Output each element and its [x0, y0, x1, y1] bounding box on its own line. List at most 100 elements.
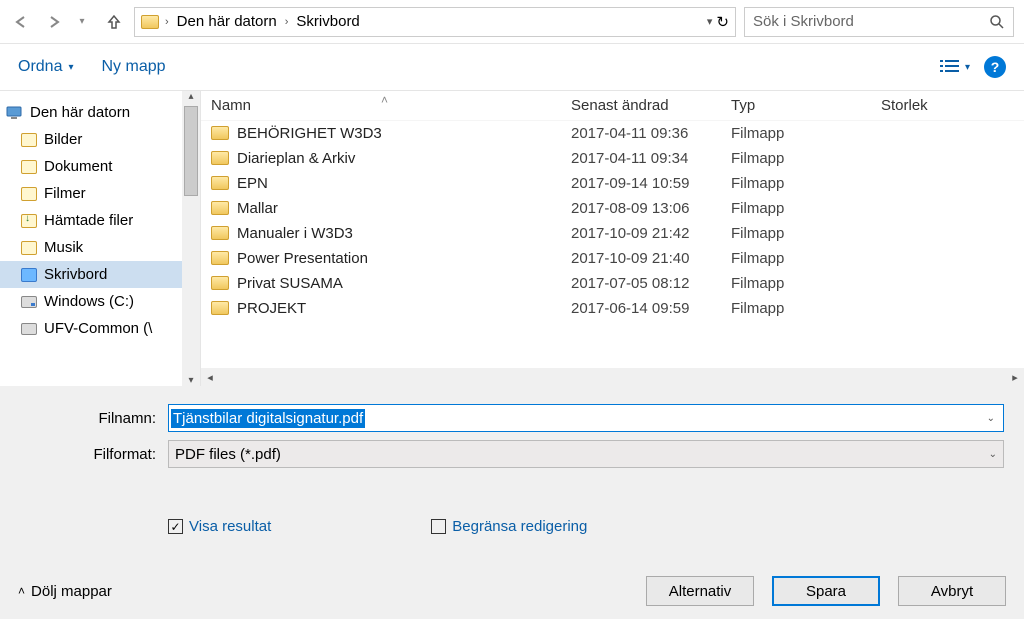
file-date: 2017-08-09 13:06: [561, 200, 721, 217]
filetype-select[interactable]: PDF files (*.pdf) ⌄: [168, 440, 1004, 468]
filename-input[interactable]: Tjänstbilar digitalsignatur.pdf ⌄: [168, 404, 1004, 432]
nav-item-bilder[interactable]: Bilder: [0, 126, 200, 153]
search-input[interactable]: Sök i Skrivbord: [744, 7, 1014, 37]
nav-root-label: Den här datorn: [30, 104, 130, 121]
file-row[interactable]: EPN 2017-09-14 10:59 Filmapp: [201, 171, 1024, 196]
dl-icon: [20, 213, 38, 229]
column-header-name[interactable]: Namn: [201, 97, 561, 114]
folder-icon: [211, 226, 229, 240]
scroll-left-icon[interactable]: ◂: [201, 371, 219, 384]
folder-icon: [211, 151, 229, 165]
restrict-editing-label: Begränsa redigering: [452, 518, 587, 535]
lib-icon: [20, 159, 38, 175]
pc-icon: [6, 105, 24, 121]
new-folder-label: Ny mapp: [102, 58, 166, 76]
file-name: PROJEKT: [237, 300, 306, 317]
nav-item-ufv-common-[interactable]: UFV-Common (\: [0, 315, 200, 342]
file-row[interactable]: PROJEKT 2017-06-14 09:59 Filmapp: [201, 296, 1024, 321]
file-row[interactable]: Manualer i W3D3 2017-10-09 21:42 Filmapp: [201, 221, 1024, 246]
file-date: 2017-04-11 09:34: [561, 150, 721, 167]
chevron-down-icon[interactable]: ⌄: [989, 449, 997, 460]
search-icon[interactable]: [989, 14, 1005, 30]
crumb-desktop[interactable]: Skrivbord: [294, 13, 361, 30]
organize-label: Ordna: [18, 58, 62, 76]
file-type: Filmapp: [721, 300, 871, 317]
nav-item-musik[interactable]: Musik: [0, 234, 200, 261]
folder-icon: [211, 126, 229, 140]
filename-label: Filnamn:: [20, 410, 168, 427]
organize-button[interactable]: Ordna ▾: [18, 58, 74, 76]
filetype-value: PDF files (*.pdf): [175, 446, 281, 463]
save-button[interactable]: Spara: [772, 576, 880, 606]
file-date: 2017-06-14 09:59: [561, 300, 721, 317]
lib-icon: [20, 132, 38, 148]
view-options-button[interactable]: ▾: [939, 58, 970, 76]
file-name: BEHÖRIGHET W3D3: [237, 125, 382, 142]
chevron-right-icon: ›: [165, 16, 169, 28]
filename-value: Tjänstbilar digitalsignatur.pdf: [171, 409, 365, 428]
nav-item-dokument[interactable]: Dokument: [0, 153, 200, 180]
scroll-up-icon[interactable]: ▴: [188, 91, 193, 102]
nav-root-this-pc[interactable]: Den här datorn: [0, 99, 200, 126]
nav-item-skrivbord[interactable]: Skrivbord: [0, 261, 200, 288]
column-header-date[interactable]: Senast ändrad: [561, 97, 721, 114]
folder-icon: [211, 276, 229, 290]
nav-item-label: Hämtade filer: [44, 212, 133, 229]
restrict-editing-checkbox[interactable]: Begränsa redigering: [431, 518, 587, 535]
address-bar[interactable]: › Den här datorn › Skrivbord ▾ ↻: [134, 7, 736, 37]
nav-scrollbar[interactable]: ▴ ▾: [182, 91, 200, 386]
file-type: Filmapp: [721, 125, 871, 142]
nav-item-label: Bilder: [44, 131, 82, 148]
history-dropdown[interactable]: ▾: [70, 10, 94, 34]
view-result-checkbox[interactable]: ✓ Visa resultat: [168, 518, 271, 535]
hide-folders-toggle[interactable]: ˄ Dölj mappar: [18, 583, 112, 600]
file-row[interactable]: Privat SUSAMA 2017-07-05 08:12 Filmapp: [201, 271, 1024, 296]
scroll-right-icon[interactable]: ▸: [1006, 371, 1024, 384]
file-name: Power Presentation: [237, 250, 368, 267]
chevron-down-icon[interactable]: ▾: [707, 15, 713, 28]
view-result-label: Visa resultat: [189, 518, 271, 535]
scroll-thumb[interactable]: [184, 106, 198, 196]
navigation-pane: Den här datorn Bilder Dokument Filmer Hä…: [0, 91, 200, 386]
file-row[interactable]: Power Presentation 2017-10-09 21:40 Film…: [201, 246, 1024, 271]
nav-item-label: Dokument: [44, 158, 112, 175]
up-button[interactable]: [102, 10, 126, 34]
search-placeholder: Sök i Skrivbord: [753, 13, 854, 30]
desk-icon: [20, 267, 38, 283]
file-type: Filmapp: [721, 250, 871, 267]
alternatives-button[interactable]: Alternativ: [646, 576, 754, 606]
help-button[interactable]: ?: [984, 56, 1006, 78]
horizontal-scrollbar[interactable]: ◂ ▸: [201, 368, 1024, 386]
refresh-button[interactable]: ↻: [716, 13, 729, 31]
folder-icon: [211, 176, 229, 190]
forward-button[interactable]: [42, 10, 66, 34]
nav-item-h-mtade-filer[interactable]: Hämtade filer: [0, 207, 200, 234]
file-name: Privat SUSAMA: [237, 275, 343, 292]
file-row[interactable]: Diarieplan & Arkiv 2017-04-11 09:34 Film…: [201, 146, 1024, 171]
crumb-this-pc[interactable]: Den här datorn: [175, 13, 279, 30]
file-name: Mallar: [237, 200, 278, 217]
nav-item-label: Windows (C:): [44, 293, 134, 310]
new-folder-button[interactable]: Ny mapp: [102, 58, 166, 76]
nav-item-label: Skrivbord: [44, 266, 107, 283]
file-type: Filmapp: [721, 225, 871, 242]
file-date: 2017-10-09 21:40: [561, 250, 721, 267]
nav-item-windows-c-[interactable]: Windows (C:): [0, 288, 200, 315]
file-row[interactable]: BEHÖRIGHET W3D3 2017-04-11 09:36 Filmapp: [201, 121, 1024, 146]
file-date: 2017-07-05 08:12: [561, 275, 721, 292]
nav-item-filmer[interactable]: Filmer: [0, 180, 200, 207]
back-button[interactable]: [10, 10, 34, 34]
column-header-type[interactable]: Typ: [721, 97, 871, 114]
file-type: Filmapp: [721, 175, 871, 192]
checkbox-icon: [431, 519, 446, 534]
chevron-down-icon[interactable]: ⌄: [987, 413, 995, 424]
lib-icon: [20, 186, 38, 202]
column-header-size[interactable]: Storlek: [871, 97, 1024, 114]
file-name: EPN: [237, 175, 268, 192]
file-type: Filmapp: [721, 200, 871, 217]
scroll-down-icon[interactable]: ▾: [188, 375, 193, 386]
cancel-button[interactable]: Avbryt: [898, 576, 1006, 606]
file-type: Filmapp: [721, 275, 871, 292]
file-row[interactable]: Mallar 2017-08-09 13:06 Filmapp: [201, 196, 1024, 221]
net-icon: [20, 321, 38, 337]
